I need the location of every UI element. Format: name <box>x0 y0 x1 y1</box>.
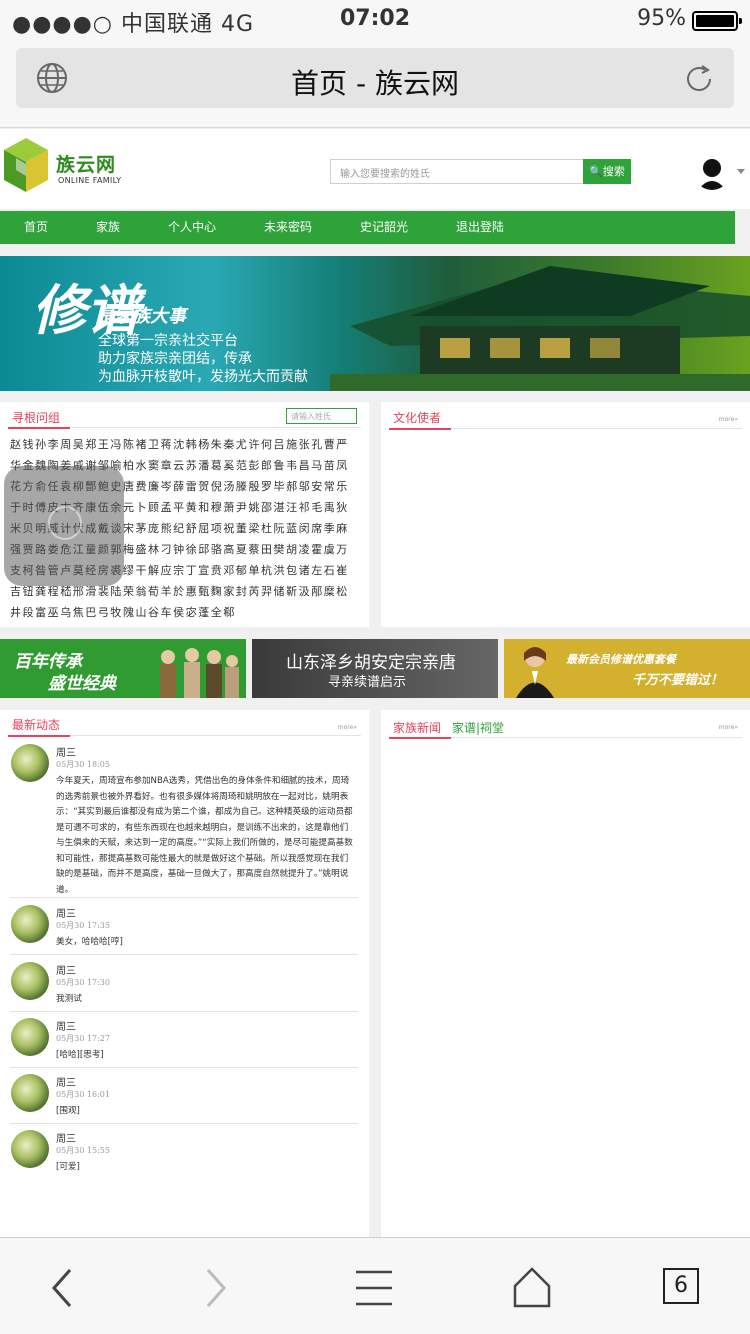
banner-slogan: 是家族大事 <box>96 306 186 327</box>
ad3-line1: 最新会员修谱优惠套餐 <box>566 653 676 666</box>
browser-toolbar: 6 <box>0 1237 750 1334</box>
temple-illustration <box>330 266 750 391</box>
assistive-touch-button[interactable] <box>4 466 124 586</box>
ad2-line2: 寻亲续谱启示 <box>328 675 407 690</box>
tab-genealogy-temple[interactable]: 家谱|祠堂 <box>452 719 504 736</box>
feed-time: 05月30 18:05 <box>56 760 110 769</box>
address-bar[interactable]: 首页 - 族云网 <box>16 48 734 108</box>
feed-author[interactable]: 周三 <box>56 905 76 920</box>
feed-author[interactable]: 周三 <box>56 1018 76 1033</box>
feed-more-link[interactable]: more» <box>338 724 357 731</box>
user-silhouette-icon <box>698 159 726 190</box>
ad-member-offer[interactable]: 最新会员修谱优惠套餐 千万不要错过！ <box>504 639 750 698</box>
feed-title: 最新动态 <box>12 718 61 732</box>
feed-text: 我测试 <box>56 994 82 1004</box>
feed-item[interactable]: 周三 05月30 18:05 今年夏天，周琦宣布参加NBA选秀，凭借出色的身体条… <box>10 744 358 898</box>
surname-filter-input[interactable]: 请输入姓氏 <box>286 408 357 424</box>
logo-name: 族云网 <box>56 154 117 176</box>
reload-icon[interactable] <box>682 62 716 96</box>
culture-more-link[interactable]: more» <box>719 416 738 423</box>
feed-divider <box>8 735 361 737</box>
feed-item[interactable]: 周三 05月30 17:30 我测试 <box>10 962 358 1012</box>
search-button-label: 搜索 <box>602 165 625 178</box>
feed-text: [哈哈][思考] <box>56 1050 104 1060</box>
main-nav: 首页 家族 个人中心 未来密码 史记韶光 退出登陆 <box>0 211 735 244</box>
family-news-panel: 家族新闻 家谱|祠堂 more» <box>381 710 750 1237</box>
banner-line-2: 助力家族宗亲团结，传承 <box>98 351 252 367</box>
battery-percent: 95% <box>637 6 686 31</box>
tab-family-news[interactable]: 家族新闻 <box>393 719 441 736</box>
feed-text: 美女，哈哈哈[哼] <box>56 937 123 947</box>
nav-history[interactable]: 史记韶光 <box>360 211 408 244</box>
avatar[interactable] <box>11 962 49 1000</box>
feed-time: 05月30 16:01 <box>56 1090 110 1099</box>
forward-icon[interactable] <box>186 1258 246 1318</box>
ad-heritage[interactable]: 百年传承 盛世经典 <box>0 639 246 698</box>
culture-panel: 文化使者 more» <box>381 402 750 627</box>
feed-text: [围观] <box>56 1106 80 1116</box>
family-news-divider <box>389 737 742 739</box>
culture-divider <box>389 428 742 430</box>
nav-family[interactable]: 家族 <box>96 211 120 244</box>
ad3-line2: 千万不要错过！ <box>632 673 724 688</box>
feed-time: 05月30 17:30 <box>56 978 110 987</box>
feed-text: [可爱] <box>56 1162 80 1172</box>
feed-time: 05月30 17:27 <box>56 1034 110 1043</box>
feed-item[interactable]: 周三 05月30 16:01 [围观] <box>10 1074 358 1124</box>
banner-line-1: 全球第一宗亲社交平台 <box>98 333 238 349</box>
avatar[interactable] <box>11 744 49 782</box>
avatar[interactable] <box>11 1130 49 1168</box>
xungen-title: 寻根问组 <box>12 411 61 425</box>
family-news-more-link[interactable]: more» <box>719 724 738 731</box>
search-icon: 🔍 <box>589 165 603 178</box>
feed-time: 05月30 15:55 <box>56 1146 110 1155</box>
chevron-down-icon[interactable] <box>737 169 745 174</box>
feed-item[interactable]: 周三 05月30 17:35 美女，哈哈哈[哼] <box>10 905 358 955</box>
feed-author[interactable]: 周三 <box>56 962 76 977</box>
back-icon[interactable] <box>32 1258 92 1318</box>
nav-future-password[interactable]: 未来密码 <box>264 211 312 244</box>
site-header: 族云网 ONLINE FAMILY 输入您要搜索的姓氏 🔍搜索 <box>0 129 750 209</box>
family-photo <box>160 648 239 698</box>
nav-logout[interactable]: 退出登陆 <box>456 211 504 244</box>
home-icon[interactable] <box>502 1258 562 1318</box>
feed-item[interactable]: 周三 05月30 15:55 [可爱] <box>10 1130 358 1178</box>
feed-item[interactable]: 周三 05月30 17:27 [哈哈][思考] <box>10 1018 358 1068</box>
ad2-line1: 山东泽乡胡安定宗亲唐 <box>286 653 456 673</box>
nav-home[interactable]: 首页 <box>24 211 48 244</box>
avatar[interactable] <box>11 905 49 943</box>
feed-author[interactable]: 周三 <box>56 1074 76 1089</box>
user-avatar[interactable] <box>694 154 730 190</box>
cube-logo-icon <box>4 138 48 192</box>
feed-time: 05月30 17:35 <box>56 921 110 930</box>
browser-address-area: 首页 - 族云网 <box>0 40 750 128</box>
nav-personal-center[interactable]: 个人中心 <box>168 211 216 244</box>
avatar[interactable] <box>11 1074 49 1112</box>
banner-line-3: 为血脉开枝散叶，发扬光大而贡献 <box>98 369 308 385</box>
feed-author[interactable]: 周三 <box>56 1130 76 1145</box>
battery-icon <box>692 11 742 31</box>
woman-photo <box>516 647 554 698</box>
search-button[interactable]: 🔍搜索 <box>583 159 631 184</box>
site-logo[interactable]: 族云网 ONLINE FAMILY <box>2 136 122 198</box>
culture-title: 文化使者 <box>393 411 442 425</box>
tabs-count-button[interactable]: 6 <box>663 1268 699 1304</box>
xungen-divider <box>8 427 361 429</box>
ad-search-relatives[interactable]: 山东泽乡胡安定宗亲唐 寻亲续谱启示 <box>252 639 498 698</box>
menu-icon[interactable] <box>344 1258 404 1318</box>
feed-text: 今年夏天，周琦宣布参加NBA选秀，凭借出色的身体条件和细腻的技术，周琦的选秀前景… <box>56 776 353 895</box>
avatar[interactable] <box>11 1018 49 1056</box>
feed-panel: 最新动态 more» 周三 05月30 18:05 今年夏天，周琦宣布参加NBA… <box>0 710 369 1237</box>
surname-search-input[interactable]: 输入您要搜索的姓氏 <box>330 159 584 184</box>
page-title[interactable]: 首页 - 族云网 <box>16 62 734 102</box>
web-page: 族云网 ONLINE FAMILY 输入您要搜索的姓氏 🔍搜索 首页 家族 个人… <box>0 129 750 1237</box>
ad1-line2: 盛世经典 <box>48 674 116 694</box>
status-bar: ●●●●○ 中国联通 4G 07:02 95% <box>0 0 750 40</box>
logo-subtitle: ONLINE FAMILY <box>58 176 122 185</box>
hero-banner[interactable]: 修谱 是家族大事 全球第一宗亲社交平台 助力家族宗亲团结，传承 为血脉开枝散叶，… <box>0 256 750 391</box>
feed-author[interactable]: 周三 <box>56 744 76 759</box>
